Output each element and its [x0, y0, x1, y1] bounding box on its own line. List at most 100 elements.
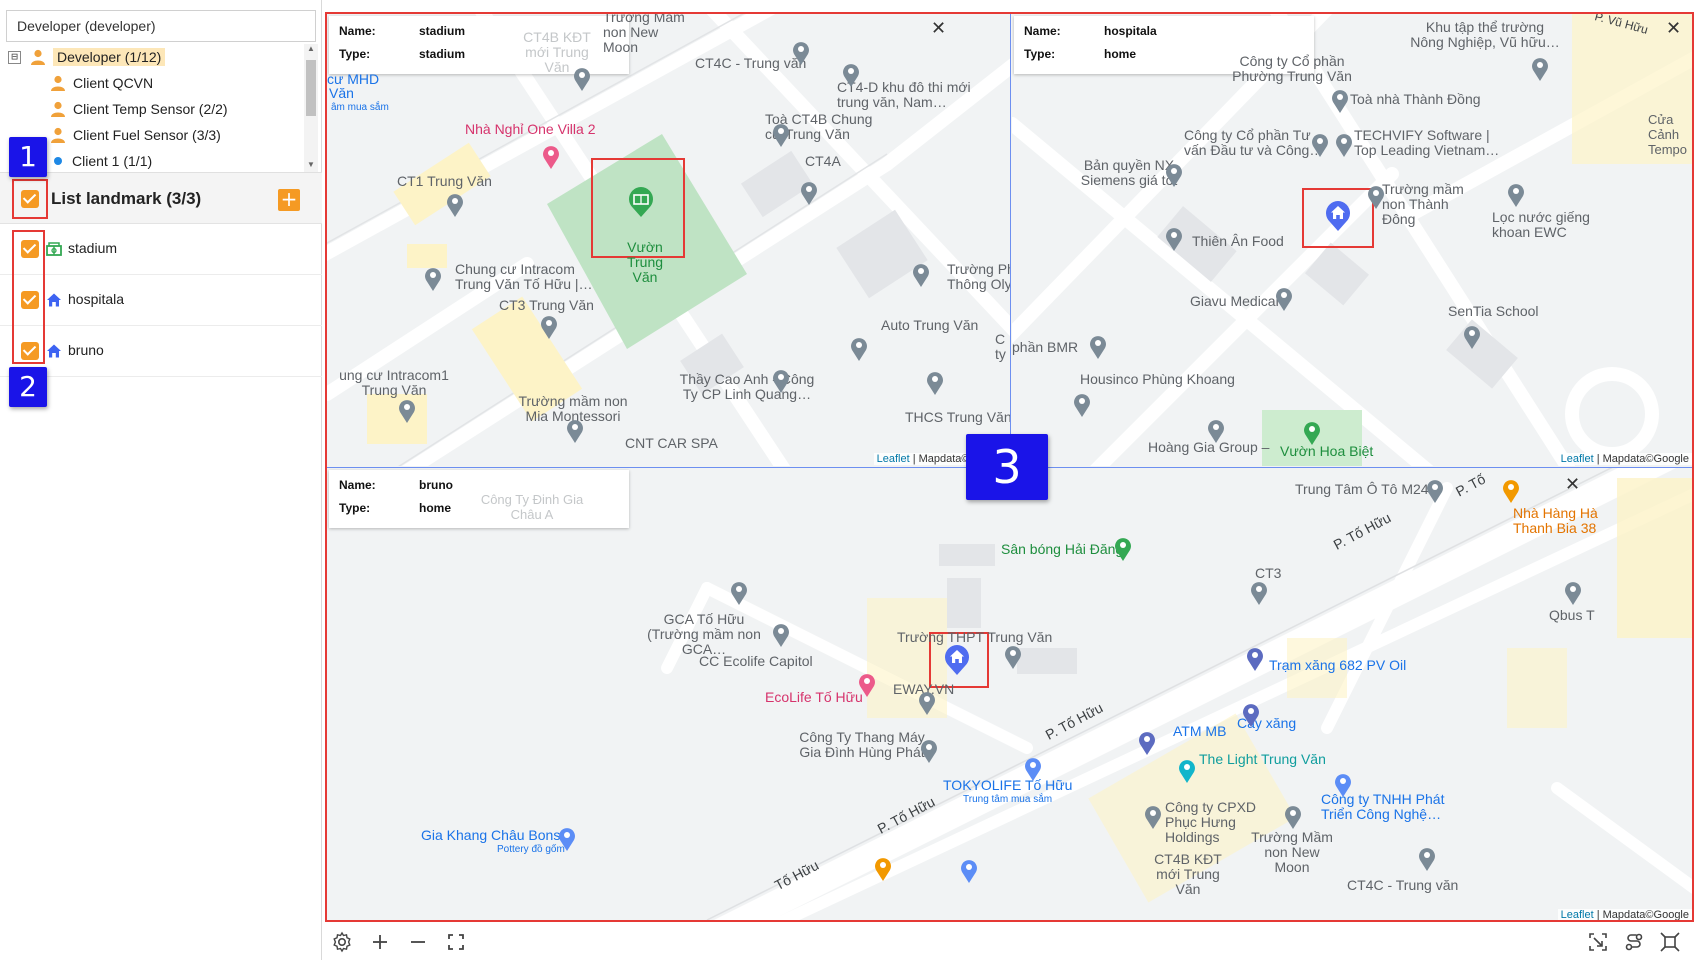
user-icon — [51, 127, 65, 143]
tree-node-client-fuel-sensor[interactable]: Client Fuel Sensor (3/3) — [49, 122, 221, 148]
place-pin-icon[interactable] — [1334, 132, 1354, 158]
place-pin-icon[interactable] — [771, 368, 791, 394]
close-icon[interactable]: ✕ — [1666, 18, 1681, 39]
school-pin-icon[interactable] — [1003, 644, 1023, 670]
home-marker-icon[interactable] — [1324, 200, 1352, 232]
school-pin-icon[interactable] — [911, 262, 931, 288]
map-label: CT3 Trung Văn — [499, 297, 594, 313]
leaflet-link[interactable]: Leaflet — [1561, 909, 1594, 920]
tree-node-developer[interactable]: ⊟ Developer (1/12) — [8, 44, 166, 70]
hotel-pin-icon[interactable] — [541, 144, 561, 170]
annotation-box-1 — [12, 179, 48, 219]
gear-icon[interactable] — [330, 930, 354, 954]
leaflet-link[interactable]: Leaflet — [877, 453, 910, 465]
user-icon — [51, 75, 65, 91]
school-pin-icon[interactable] — [1462, 324, 1482, 350]
map-label: Trung Tâm Ô Tô M247 — [1295, 481, 1437, 497]
home-marker-icon[interactable] — [943, 644, 971, 676]
add-landmark-button[interactable]: + — [278, 189, 300, 211]
place-pin-icon[interactable] — [1072, 392, 1092, 418]
school-pin-icon[interactable] — [729, 580, 749, 606]
place-pin-icon[interactable] — [771, 622, 791, 648]
place-pin-icon[interactable] — [423, 266, 443, 292]
place-pin-icon[interactable] — [917, 690, 937, 716]
place-pin-icon[interactable] — [1249, 580, 1269, 606]
user-icon — [51, 101, 65, 117]
annotation-box-2 — [12, 230, 45, 364]
scroll-down-icon[interactable]: ▼ — [306, 160, 316, 169]
zoom-in-icon[interactable] — [368, 930, 392, 954]
collapse-toggle-icon[interactable]: ⊟ — [8, 50, 21, 64]
place-pin-icon[interactable] — [1206, 418, 1226, 444]
place-pin-icon[interactable] — [572, 66, 592, 92]
place-pin-icon[interactable] — [1506, 182, 1526, 208]
shopping-pin-icon[interactable] — [1023, 756, 1043, 782]
tree-select[interactable]: Developer (developer) — [6, 10, 316, 42]
gas-station-pin-icon[interactable] — [1241, 702, 1261, 728]
school-pin-icon[interactable] — [565, 418, 585, 444]
attraction-pin-icon[interactable] — [1177, 758, 1197, 784]
scroll-up-icon[interactable]: ▲ — [306, 44, 316, 53]
place-pin-icon[interactable] — [919, 738, 939, 764]
name-value: stadium — [419, 24, 466, 38]
shopping-pin-icon[interactable] — [1333, 772, 1353, 798]
sidebar: Developer (developer) ⊟ Developer (1/12)… — [0, 0, 322, 960]
place-pin-icon[interactable] — [445, 192, 465, 218]
expand-icon[interactable] — [1658, 930, 1682, 954]
map-label: Trường Mầm non New Moon — [603, 14, 685, 55]
place-pin-icon[interactable] — [799, 180, 819, 206]
leaflet-link[interactable]: Leaflet — [1561, 453, 1594, 465]
place-pin-icon[interactable] — [1530, 56, 1550, 82]
place-pin-icon[interactable] — [1274, 286, 1294, 312]
stadium-marker-icon[interactable] — [627, 186, 655, 218]
place-pin-icon[interactable] — [1088, 334, 1108, 360]
atm-pin-icon[interactable] — [1137, 730, 1157, 756]
fullscreen-icon[interactable] — [444, 930, 468, 954]
map-panel-stadium[interactable]: Name: stadium Type: stadium ✕ CT4B KĐT m… — [327, 14, 1011, 466]
shopping-pin-icon[interactable] — [959, 858, 979, 884]
map-label: Công Ty Đinh Gia Châu A — [480, 492, 584, 522]
map-attribution: Leaflet | Mapdata©Google — [1557, 909, 1692, 920]
close-icon[interactable]: ✕ — [931, 18, 946, 39]
map-panel-bruno[interactable]: Name: bruno Type: home ✕ Công Ty Đinh Gi… — [327, 467, 1692, 920]
tree-node-client-temp-sensor[interactable]: Client Temp Sensor (2/2) — [49, 96, 228, 122]
map-panel-hospitala[interactable]: Name: hospitala Type: home ✕ Khu tập thể… — [1012, 14, 1692, 466]
tree-scrollbar[interactable]: ▲ ▼ — [304, 44, 318, 172]
landmark-item-bruno[interactable]: bruno — [0, 326, 322, 377]
place-pin-icon[interactable] — [849, 336, 869, 362]
park-pin-icon[interactable] — [1302, 420, 1322, 446]
route-icon[interactable] — [1622, 930, 1646, 954]
place-pin-icon[interactable] — [1417, 846, 1437, 872]
place-pin-icon[interactable] — [791, 40, 811, 66]
park-pin-icon[interactable] — [1113, 536, 1133, 562]
restaurant-pin-icon[interactable] — [1501, 478, 1521, 504]
place-pin-icon[interactable] — [397, 398, 417, 424]
shopping-pin-icon[interactable] — [557, 826, 577, 852]
place-pin-icon[interactable] — [1563, 580, 1583, 606]
place-pin-icon[interactable] — [1366, 184, 1386, 210]
tree-node-client-1[interactable]: Client 1 (1/1) — [49, 148, 152, 172]
place-pin-icon[interactable] — [1310, 132, 1330, 158]
school-pin-icon[interactable] — [925, 370, 945, 396]
zoom-out-icon[interactable] — [406, 930, 430, 954]
place-pin-icon[interactable] — [539, 314, 559, 340]
gas-station-pin-icon[interactable] — [1245, 646, 1265, 672]
place-pin-icon[interactable] — [771, 122, 791, 148]
restaurant-pin-icon[interactable] — [873, 856, 893, 882]
place-pin-icon[interactable] — [1164, 226, 1184, 252]
school-pin-icon[interactable] — [1283, 804, 1303, 830]
fit-bounds-icon[interactable] — [1586, 930, 1610, 954]
place-pin-icon[interactable] — [1164, 162, 1184, 188]
map-attribution: Leaflet | Mapdata©Google — [1557, 453, 1692, 465]
landmark-item-stadium[interactable]: stadium — [0, 224, 322, 275]
tree-node-client-qcvn[interactable]: Client QCVN — [49, 70, 153, 96]
place-pin-icon[interactable] — [1330, 88, 1350, 114]
close-icon[interactable]: ✕ — [1565, 474, 1580, 495]
hotel-pin-icon[interactable] — [857, 672, 877, 698]
place-pin-icon[interactable] — [1425, 478, 1445, 504]
name-value: hospitala — [1104, 24, 1157, 38]
place-pin-icon[interactable] — [1143, 804, 1163, 830]
scrollbar-thumb[interactable] — [306, 60, 316, 116]
landmark-item-hospitala[interactable]: hospitala — [0, 275, 322, 326]
place-pin-icon[interactable] — [841, 62, 861, 88]
